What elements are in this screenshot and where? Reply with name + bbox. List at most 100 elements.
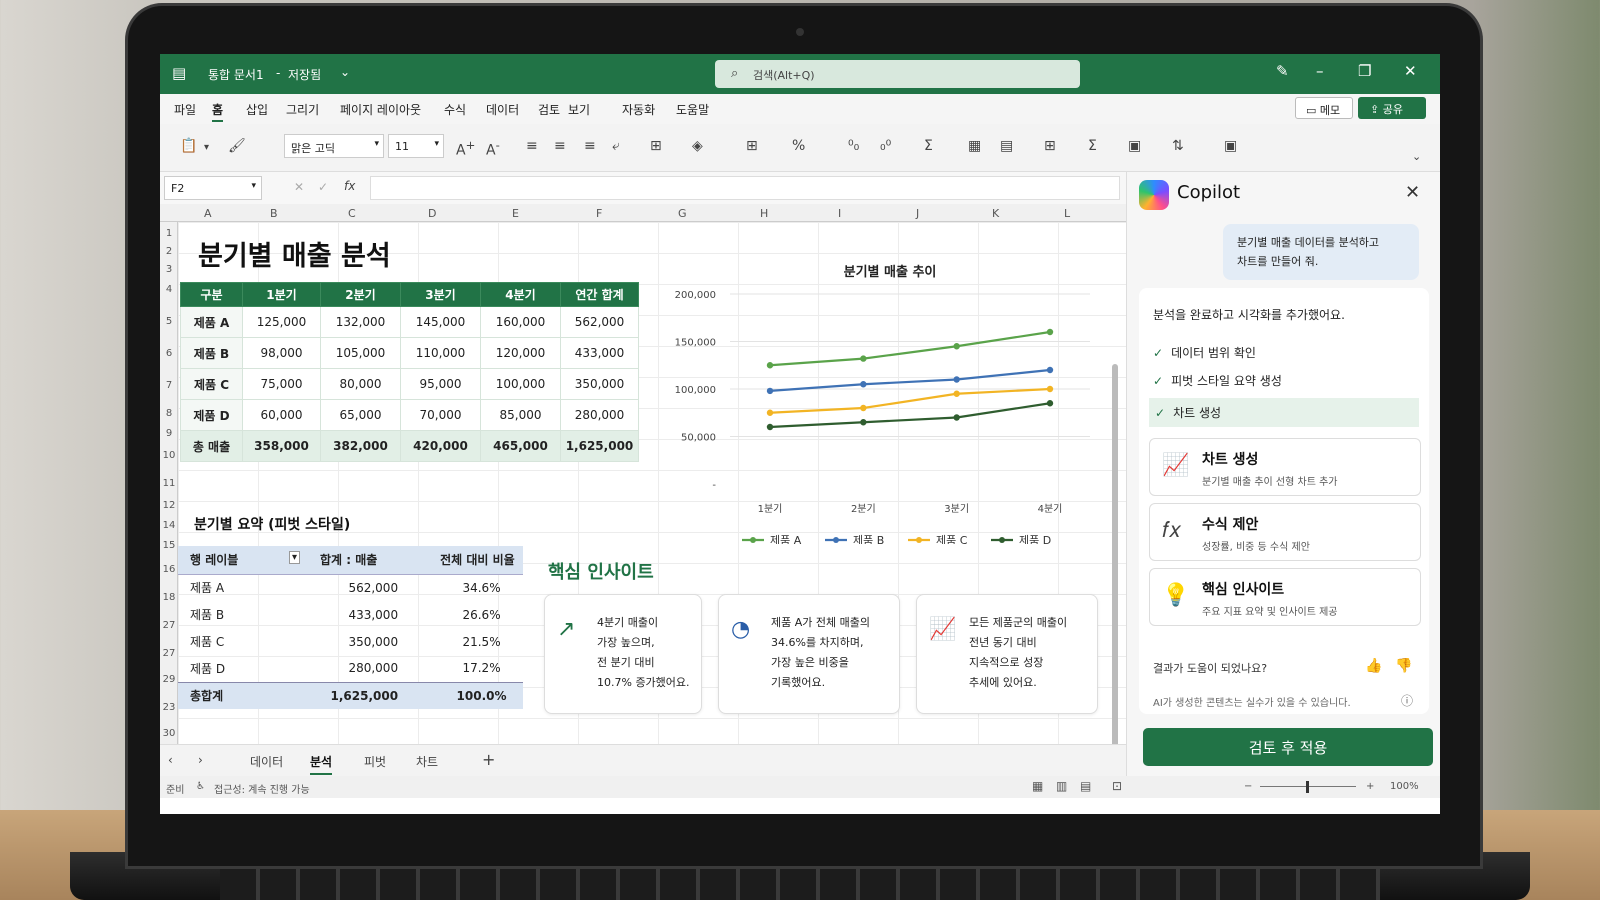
decrease-decimal-icon[interactable]: ₀⁰ [880,138,891,154]
row-header[interactable]: 30 [162,728,176,739]
column-header[interactable]: I [838,207,841,220]
row-header[interactable]: 12 [162,500,176,511]
memo-button[interactable]: ▭ 메모 [1295,97,1353,119]
chevron-down-icon[interactable]: ▾ [204,142,209,153]
menu-item-3[interactable]: 그리기 [286,101,319,118]
vertical-scrollbar[interactable] [1110,354,1120,744]
borders-icon[interactable]: ⊞ [746,138,758,154]
sum-icon[interactable]: Σ [1088,138,1097,154]
page-layout-icon[interactable]: ▥ [1056,779,1067,793]
insight-card[interactable]: ↗ 4분기 매출이 가장 높으며, 전 분기 대비 10.7% 증가했어요. [544,594,702,714]
table-total-cell[interactable]: 총 매출 [180,430,243,462]
conditional-format-icon[interactable]: ▦ [968,138,981,154]
table-row[interactable]: 제품 C 75,000 80,000 95,000 100,000 350,000 [180,368,639,400]
table-row[interactable]: 제품 B 98,000 105,000 110,000 120,000 433,000 [180,337,639,369]
row-header[interactable]: 23 [162,702,176,713]
table-cell[interactable]: 145,000 [400,306,481,338]
pivot-row[interactable]: 제품 B 433,000 26.6% [178,601,523,628]
table-cell[interactable]: 65,000 [320,399,401,431]
insert-cells-icon[interactable]: ⊞ [1044,138,1056,154]
check-icon[interactable]: ✓ [318,180,328,194]
table-cell[interactable]: 160,000 [480,306,561,338]
close-icon[interactable]: ✕ [1405,182,1420,203]
name-box[interactable]: F2 ▾ [164,176,262,200]
pivot-table[interactable]: 행 레이블 ▾ 합계 : 매출 전체 대비 비율 제품 A 562,000 34.6% 제품… [178,546,523,709]
tab-next-icon[interactable]: › [198,753,203,767]
increase-font-icon[interactable]: A+ [456,138,475,159]
addins-icon[interactable]: ▣ [1224,138,1237,154]
restore-button[interactable]: ❐ [1358,62,1371,80]
table-total-cell[interactable]: 382,000 [320,430,401,462]
sort-filter-icon[interactable]: ⇅ [1172,138,1184,154]
table-cell[interactable]: 562,000 [560,306,639,338]
menu-item-7[interactable]: 검토 [538,101,560,118]
autosum-icon[interactable]: Σ [924,138,933,154]
table-cell[interactable]: 75,000 [242,368,321,400]
wrap-text-icon[interactable]: ⤶ [612,138,620,154]
zoom-in-icon[interactable]: + [1366,781,1374,792]
table-row[interactable]: 제품 A 125,000 132,000 145,000 160,000 562,000 [180,306,639,338]
column-header[interactable]: B [270,207,278,220]
table-cell[interactable]: 70,000 [400,399,481,431]
table-cell[interactable]: 제품 B [180,337,243,369]
share-button[interactable]: ⇪ 공유 [1358,97,1426,119]
menu-item-9[interactable]: 자동화 [622,101,655,118]
cancel-icon[interactable]: ✕ [294,180,304,194]
column-header[interactable]: A [204,207,212,220]
row-header[interactable]: 18 [162,592,176,603]
tab-1[interactable]: 분석 [310,753,333,775]
row-header[interactable]: 27 [162,620,176,631]
table-total-cell[interactable]: 465,000 [480,430,561,462]
font-name-select[interactable]: 맑은 고딕 ▾ [284,134,384,158]
menu-item-6[interactable]: 데이터 [486,101,519,118]
insight-card[interactable]: ◔ 제품 A가 전체 매출의 34.6%를 차지하며, 가장 높은 비중을 기록했어요. [718,594,900,714]
tab-prev-icon[interactable]: ‹ [168,753,173,767]
font-size-select[interactable]: 11 ▾ [388,134,444,158]
table-row[interactable]: 제품 D 60,000 65,000 70,000 85,000 280,000 [180,399,639,431]
tab-3[interactable]: 차트 [416,753,438,770]
zoom-out-icon[interactable]: − [1244,781,1252,792]
row-header[interactable]: 9 [162,428,176,439]
row-header[interactable]: 2 [162,246,176,257]
zoom-slider-thumb[interactable] [1306,781,1309,793]
table-cell[interactable]: 105,000 [320,337,401,369]
row-header[interactable]: 6 [162,348,176,359]
table-cell[interactable]: 125,000 [242,306,321,338]
table-total-row[interactable]: 총 매출 358,000 382,000 420,000 465,000 1,625,00… [180,430,639,462]
paste-icon[interactable]: 📋 [180,138,197,154]
column-header[interactable]: H [760,207,768,220]
ribbon-expand-icon[interactable]: ⌄ [1412,150,1421,163]
menu-item-10[interactable]: 도움말 [676,101,709,118]
table-cell[interactable]: 80,000 [320,368,401,400]
focus-icon[interactable]: ⊡ [1112,779,1122,793]
row-header[interactable]: 1 [162,228,176,239]
insight-card[interactable]: 📈 모든 제품군의 매출이 전년 동기 대비 지속적으로 성장 추세에 있어요. [916,594,1098,714]
pivot-row[interactable]: 제품 A 562,000 34.6% [178,574,523,601]
table-total-cell[interactable]: 1,625,000 [560,430,639,462]
column-header[interactable]: E [512,207,519,220]
menu-item-1[interactable]: 홈 [212,101,224,122]
column-header[interactable]: L [1064,207,1070,220]
row-header[interactable]: 16 [162,564,176,575]
table-total-cell[interactable]: 358,000 [242,430,321,462]
column-header[interactable]: G [678,207,687,220]
align-center-icon[interactable]: ≡ [554,138,566,154]
table-cell[interactable]: 120,000 [480,337,561,369]
format-cells-icon[interactable]: ▣ [1128,138,1141,154]
accessibility-icon[interactable]: ♿ [196,781,205,792]
decrease-font-icon[interactable]: A- [486,138,500,159]
pivot-total-row[interactable]: 총합계 1,625,000 100.0% [178,681,523,709]
table-cell[interactable]: 280,000 [560,399,639,431]
pivot-header-cell[interactable]: 행 레이블 ▾ [178,546,308,575]
row-header[interactable]: 10 [162,450,176,461]
thumbs-down-icon[interactable]: 👎 [1395,658,1412,674]
chevron-down-icon[interactable]: ⌄ [340,65,350,79]
sales-line-chart[interactable]: 분기별 매출 추이 200,000 150,000 100,000 50,000 - 1분기… [660,244,1110,544]
menu-item-2[interactable]: 삽입 [246,101,268,118]
info-icon[interactable]: ⓘ [1401,692,1413,709]
thumbs-up-icon[interactable]: 👍 [1365,658,1382,674]
menu-item-5[interactable]: 수식 [444,101,466,118]
format-painter-icon[interactable]: 🖌 [228,138,246,154]
minimize-button[interactable]: – [1316,62,1324,80]
row-header[interactable]: 4 [162,284,176,295]
